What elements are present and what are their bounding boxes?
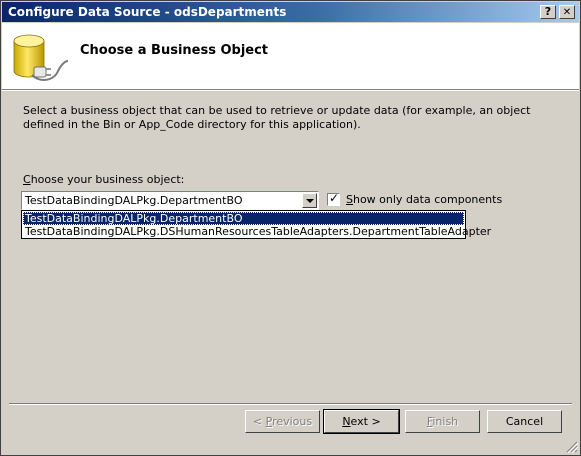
next-button[interactable]: Next > [323,409,400,434]
previous-button[interactable]: < Previous [245,410,320,433]
dropdown-option[interactable]: TestDataBindingDALPkg.DSHumanResourcesTa… [23,225,491,238]
resize-grip-icon[interactable] [566,441,578,453]
business-object-dropdown-list: TestDataBindingDALPkg.DepartmentBO TestD… [21,210,491,239]
dropdown-option[interactable]: TestDataBindingDALPkg.DepartmentBO [23,212,464,225]
description-text: Select a business object that can be use… [23,104,531,131]
close-button[interactable]: ✕ [559,5,575,19]
button-separator [9,403,572,405]
dialog-window: Configure Data Source - odsDepartments ?… [0,0,581,456]
business-object-label-rest: hoose your business object: [30,173,185,186]
wizard-header: Choose a Business Object [2,23,579,90]
business-object-combobox[interactable]: TestDataBindingDALPkg.DepartmentBO [21,191,319,210]
help-button[interactable]: ? [540,5,556,19]
help-icon: ? [544,5,552,18]
database-plug-icon [13,34,69,81]
cancel-button[interactable]: Cancel [487,410,562,433]
close-icon: ✕ [562,7,572,18]
page-title: Choose a Business Object [80,43,269,58]
title-bar[interactable]: Configure Data Source - odsDepartments ?… [2,2,579,22]
chevron-down-icon [306,199,314,203]
checkmark-icon: ✓ [329,191,340,205]
business-object-label: Choose your business object: [23,173,185,186]
business-object-selected: TestDataBindingDALPkg.DepartmentBO [25,194,243,207]
finish-button[interactable]: Finish [405,410,480,433]
show-only-data-components-label[interactable]: Show only data components [346,193,502,206]
window-title: Configure Data Source - odsDepartments [8,5,287,19]
show-only-data-components-checkbox[interactable]: ✓ [327,191,340,206]
combobox-dropdown-button[interactable] [302,193,317,208]
header-divider [2,90,579,91]
